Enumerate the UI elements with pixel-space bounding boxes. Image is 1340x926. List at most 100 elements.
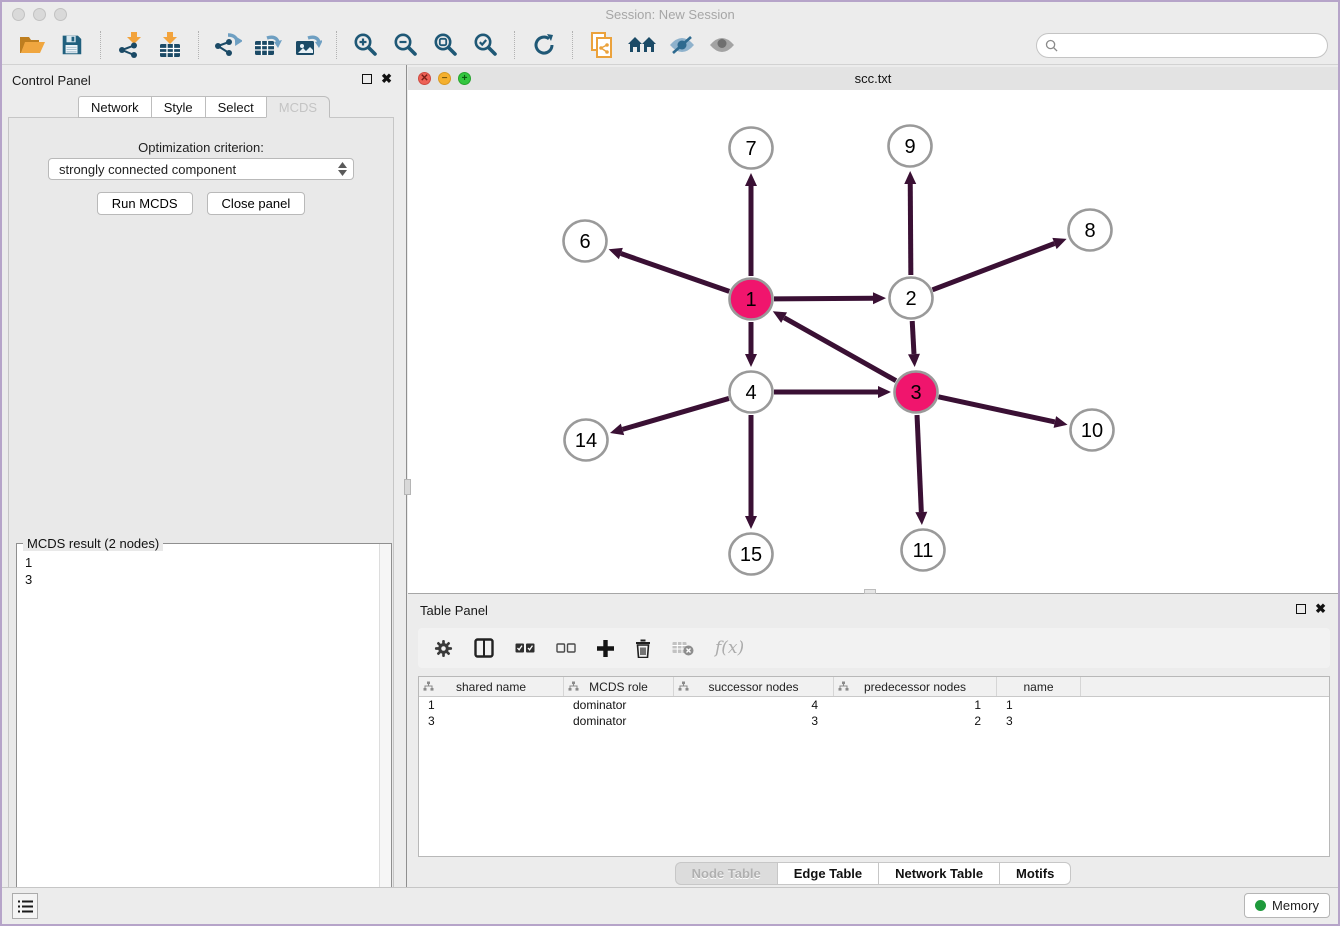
zoom-in-button[interactable] <box>349 29 383 61</box>
export-table-button[interactable] <box>251 29 285 61</box>
edge-3-1[interactable] <box>784 318 896 381</box>
zoom-selected-icon <box>473 32 499 58</box>
node-8[interactable]: 8 <box>1069 210 1112 251</box>
table-cell[interactable]: 3 <box>997 714 1081 728</box>
tab-network[interactable]: Network <box>78 96 151 118</box>
column-tree-icon <box>423 681 434 692</box>
task-history-button[interactable] <box>12 893 38 919</box>
panel-divider-handle[interactable] <box>404 479 411 495</box>
export-network-button[interactable] <box>211 29 245 61</box>
table-cell[interactable]: dominator <box>564 698 674 712</box>
show-all-button[interactable] <box>705 29 739 61</box>
float-panel-icon[interactable] <box>362 74 372 84</box>
node-7[interactable]: 7 <box>730 128 773 169</box>
save-session-button[interactable] <box>55 29 89 61</box>
tab-node-table[interactable]: Node Table <box>675 862 777 885</box>
node-3[interactable]: 3 <box>895 372 938 413</box>
table-cell[interactable]: 1 <box>834 698 997 712</box>
unselect-all-columns-button[interactable] <box>556 636 576 660</box>
column-header-shared-name[interactable]: shared name <box>419 677 564 696</box>
table-toolbar: f(x) <box>418 628 1330 668</box>
table-cell[interactable]: 3 <box>674 714 834 728</box>
table-cell[interactable]: 4 <box>674 698 834 712</box>
node-11[interactable]: 11 <box>902 530 945 571</box>
canvas-resize-handle[interactable] <box>864 589 876 594</box>
edge-arrow-2-8 <box>1052 238 1066 249</box>
memory-button[interactable]: Memory <box>1244 893 1330 918</box>
node-6[interactable]: 6 <box>564 221 607 262</box>
column-header-predecessor-nodes[interactable]: predecessor nodes <box>834 677 997 696</box>
criterion-value: strongly connected component <box>59 162 236 177</box>
edge-1-2[interactable] <box>774 298 873 299</box>
search-input[interactable] <box>1063 37 1327 54</box>
criterion-dropdown[interactable]: strongly connected component <box>48 158 354 180</box>
table-cell[interactable]: dominator <box>564 714 674 728</box>
column-view-button[interactable] <box>474 636 494 660</box>
open-session-button[interactable] <box>15 29 49 61</box>
node-14[interactable]: 14 <box>565 420 608 461</box>
column-header-successor-nodes[interactable]: successor nodes <box>674 677 834 696</box>
node-2[interactable]: 2 <box>890 278 933 319</box>
tab-motifs[interactable]: Motifs <box>999 862 1071 885</box>
table-row[interactable]: 3dominator323 <box>419 713 1329 729</box>
mcds-result-box: MCDS result (2 nodes) 1 3 <box>16 543 392 923</box>
apply-layout-button[interactable] <box>527 29 561 61</box>
export-image-button[interactable] <box>291 29 325 61</box>
edge-2-8[interactable] <box>933 243 1055 289</box>
close-panel-button[interactable]: Close panel <box>207 192 306 215</box>
node-4[interactable]: 4 <box>730 372 773 413</box>
run-mcds-button[interactable]: Run MCDS <box>97 192 193 215</box>
table-cell[interactable]: 3 <box>419 714 564 728</box>
save-floppy-icon <box>61 34 83 56</box>
zoom-out-button[interactable] <box>389 29 423 61</box>
edge-2-9[interactable] <box>910 184 911 275</box>
hide-selected-button[interactable] <box>665 29 699 61</box>
table-body: 1dominator4113dominator323 <box>419 697 1329 729</box>
svg-text:8: 8 <box>1084 220 1095 242</box>
close-table-panel-icon[interactable]: ✖ <box>1315 603 1326 614</box>
node-1[interactable]: 1 <box>730 279 773 320</box>
table-cell[interactable]: 2 <box>834 714 997 728</box>
edge-3-10[interactable] <box>938 397 1054 422</box>
delete-table-button[interactable] <box>672 636 694 660</box>
edge-4-14[interactable] <box>622 398 728 429</box>
tab-edge-table[interactable]: Edge Table <box>777 862 878 885</box>
clone-network-button[interactable] <box>585 29 619 61</box>
edge-arrow-3-11 <box>915 512 927 525</box>
column-header-name[interactable]: name <box>997 677 1081 696</box>
tab-network-table[interactable]: Network Table <box>878 862 999 885</box>
svg-text:7: 7 <box>745 138 756 160</box>
tab-style[interactable]: Style <box>151 96 205 118</box>
float-table-panel-icon[interactable] <box>1296 604 1306 614</box>
export-table-icon <box>254 32 282 58</box>
search-field[interactable] <box>1036 33 1328 58</box>
table-cell[interactable]: 1 <box>419 698 564 712</box>
zoom-selected-button[interactable] <box>469 29 503 61</box>
add-column-button[interactable] <box>597 636 614 660</box>
mcds-result-scrollbar[interactable] <box>379 544 391 922</box>
tab-mcds[interactable]: MCDS <box>266 96 330 118</box>
function-builder-button[interactable]: f(x) <box>715 636 744 660</box>
column-header-MCDS-role[interactable]: MCDS role <box>564 677 674 696</box>
home-button[interactable] <box>625 29 659 61</box>
delete-column-button[interactable] <box>635 636 651 660</box>
node-10[interactable]: 10 <box>1071 410 1114 451</box>
table-row[interactable]: 1dominator411 <box>419 697 1329 713</box>
table-settings-button[interactable] <box>434 636 453 660</box>
import-network-button[interactable] <box>113 29 147 61</box>
node-15[interactable]: 15 <box>730 534 773 575</box>
edge-3-11[interactable] <box>917 415 921 512</box>
table-cell[interactable]: 1 <box>997 698 1081 712</box>
select-all-columns-button[interactable] <box>515 636 535 660</box>
import-table-button[interactable] <box>153 29 187 61</box>
edge-2-3[interactable] <box>912 321 914 354</box>
close-panel-icon[interactable]: ✖ <box>381 73 392 84</box>
tab-select[interactable]: Select <box>205 96 266 118</box>
node-9[interactable]: 9 <box>889 126 932 167</box>
control-panel-body: Optimization criterion: strongly connect… <box>8 117 394 888</box>
mcds-result-text[interactable]: 1 3 <box>17 548 379 922</box>
zoom-fit-button[interactable] <box>429 29 463 61</box>
zoom-out-icon <box>393 32 419 58</box>
network-canvas[interactable]: 1 2 3 4 6 7 8 9 10 11 14 15 <box>408 90 1338 594</box>
edge-1-6[interactable] <box>621 254 729 292</box>
